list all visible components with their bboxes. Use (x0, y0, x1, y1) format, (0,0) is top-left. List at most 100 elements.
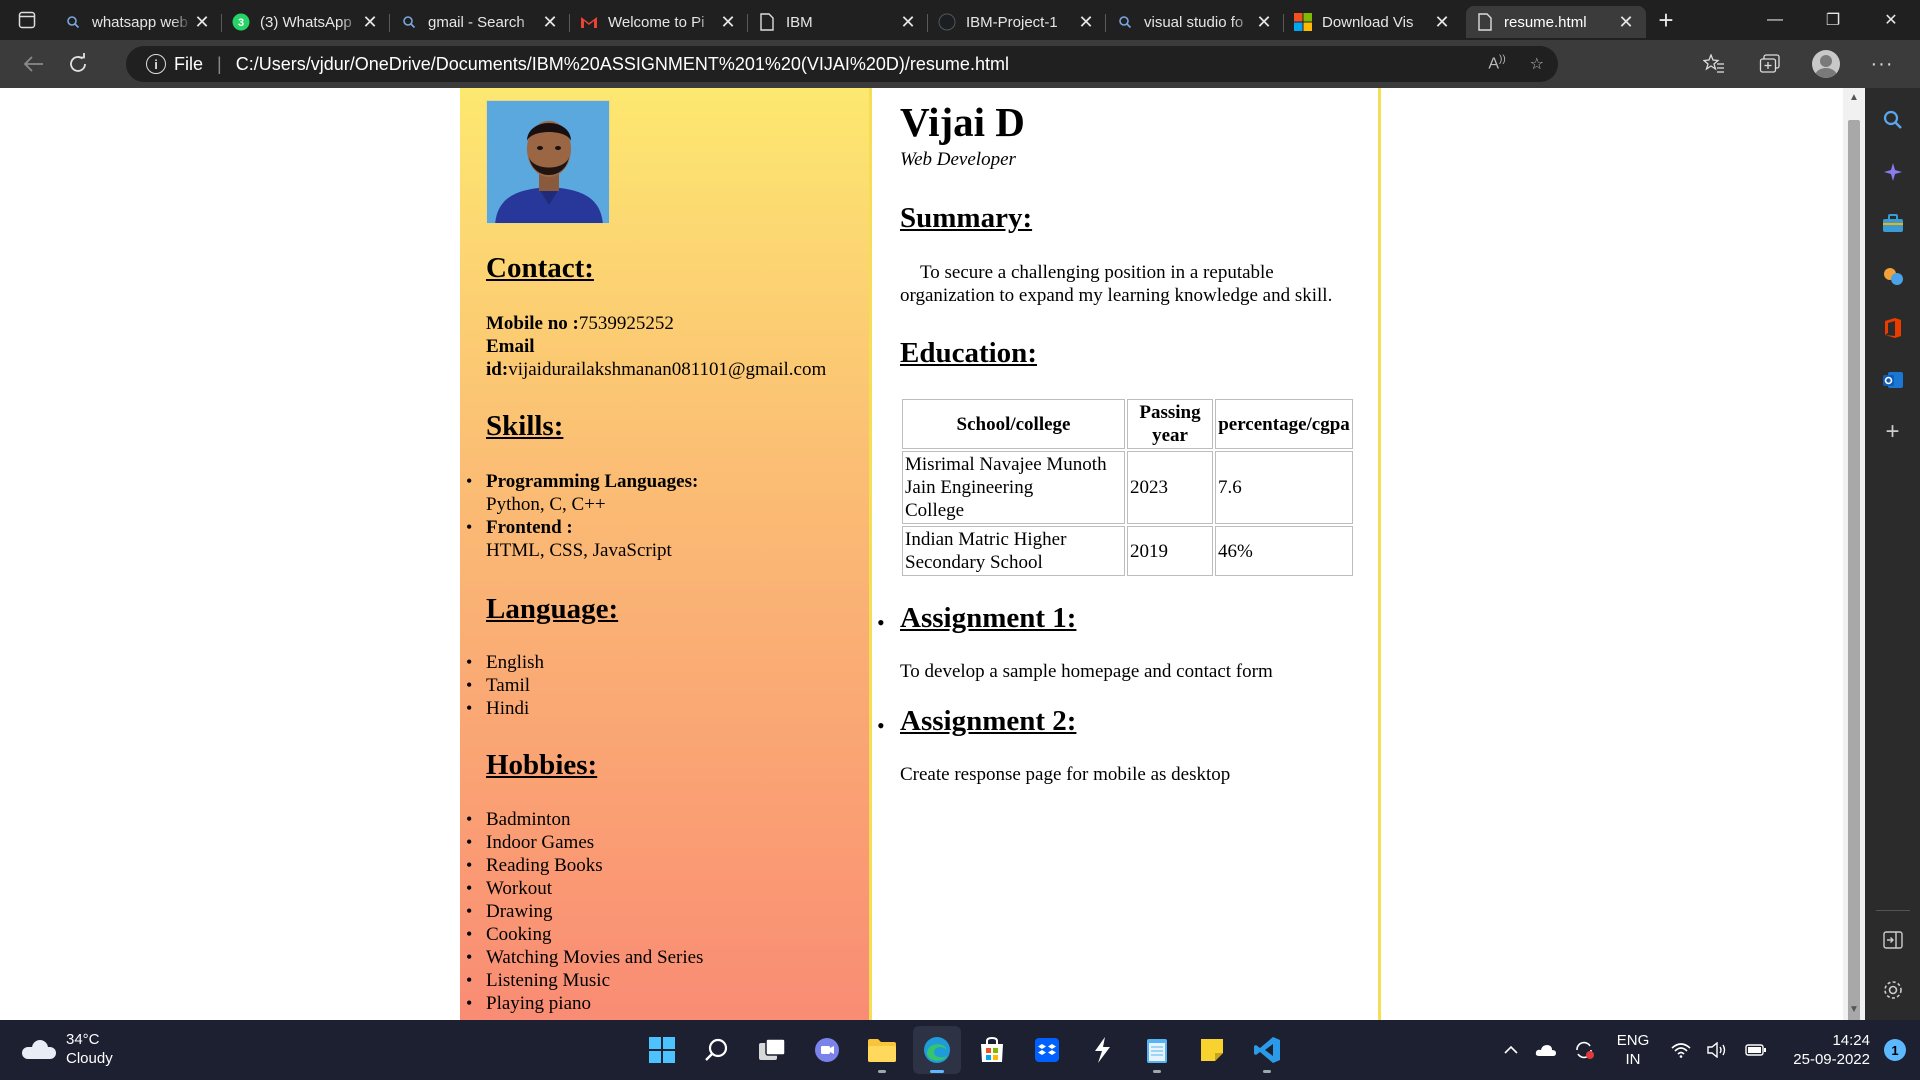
sidebar-add-button[interactable]: + (1873, 412, 1913, 452)
favorites-button[interactable] (1696, 46, 1732, 82)
store-button[interactable] (968, 1026, 1016, 1074)
settings-menu-button[interactable]: ··· (1864, 46, 1900, 82)
tab-ibm-project[interactable]: IBM-Project-1 ✕ (928, 6, 1106, 38)
edge-sidebar: + (1865, 88, 1920, 1020)
skills-list: Programming Languages:Python, C, C++ Fro… (460, 470, 698, 562)
more-icon: ··· (1870, 52, 1894, 75)
battery-icon[interactable] (1745, 1043, 1767, 1057)
scroll-up-icon[interactable]: ▲ (1848, 92, 1860, 104)
close-icon[interactable]: ✕ (1616, 12, 1636, 32)
resume-left-column: Contact: Mobile no :7539925252 Email id:… (460, 88, 869, 1020)
volume-icon[interactable] (1707, 1042, 1729, 1058)
office-icon (1884, 318, 1901, 338)
sidebar-search-button[interactable] (1873, 100, 1913, 140)
wifi-icon[interactable] (1671, 1042, 1691, 1058)
browser-toolbar: i File | C:/Users/vjdur/OneDrive/Documen… (0, 40, 1920, 88)
chat-icon (815, 1038, 839, 1062)
weather-widget[interactable]: 34°C Cloudy (22, 1030, 113, 1068)
hide-sidebar-icon (1882, 931, 1903, 949)
add-favorite-icon[interactable]: ☆ (1530, 54, 1544, 74)
close-icon[interactable]: ✕ (540, 12, 560, 32)
notepad-button[interactable] (1133, 1026, 1181, 1074)
sidebar-tools-button[interactable] (1873, 204, 1913, 244)
close-icon[interactable]: ✕ (192, 12, 212, 32)
tab-whatsapp[interactable]: 3 (3) WhatsApp ✕ (222, 6, 390, 38)
sticky-notes-button[interactable] (1188, 1026, 1236, 1074)
restore-button[interactable]: ❐ (1804, 0, 1862, 40)
tab-visual-studio-search[interactable]: visual studio fo ✕ (1106, 6, 1284, 38)
mobile-number: 7539925252 (578, 313, 674, 334)
tab-whatsapp-web-search[interactable]: whatsapp web ✕ (54, 6, 222, 38)
education-heading: Education: (900, 337, 1037, 369)
read-aloud-icon[interactable]: A)) (1488, 54, 1505, 73)
notification-badge[interactable]: 1 (1884, 1039, 1906, 1061)
dropbox-button[interactable] (1023, 1026, 1071, 1074)
taskbar-search-button[interactable] (693, 1026, 741, 1074)
input-language[interactable]: ENG IN (1617, 1031, 1650, 1069)
sidebar-outlook-button[interactable] (1873, 360, 1913, 400)
onedrive-icon[interactable] (1535, 1043, 1557, 1057)
gmail-icon (580, 13, 598, 31)
teams-chat-button[interactable] (803, 1026, 851, 1074)
chevron-up-icon[interactable] (1503, 1045, 1519, 1055)
close-icon[interactable]: ✕ (1076, 12, 1096, 32)
profile-button[interactable] (1808, 46, 1844, 82)
refresh-button[interactable] (60, 46, 96, 82)
close-icon[interactable]: ✕ (1432, 12, 1452, 32)
list-item: Indoor Games (460, 831, 703, 854)
sidebar-office-button[interactable] (1873, 308, 1913, 348)
collections-button[interactable] (1752, 46, 1788, 82)
clock-time: 14:24 (1832, 1032, 1870, 1049)
scroll-down-icon[interactable]: ▼ (1848, 1004, 1860, 1016)
edge-taskbar-button[interactable] (913, 1026, 961, 1074)
briefcase-icon (1882, 214, 1903, 232)
search-icon (400, 13, 418, 31)
store-icon (981, 1036, 1003, 1062)
column-header: Passing year (1127, 399, 1213, 449)
school-cell: Misrimal Navajee Munoth Jain Engineering C… (902, 451, 1125, 524)
tab-actions-button[interactable] (0, 0, 54, 40)
summary-line-1: To secure a challenging position in a re… (920, 262, 1274, 283)
language-list: English Tamil Hindi (460, 651, 544, 720)
info-icon[interactable]: i (146, 54, 166, 74)
sidebar-discover-button[interactable] (1873, 152, 1913, 192)
scrollbar-thumb[interactable] (1848, 120, 1860, 1045)
back-button[interactable] (16, 46, 52, 82)
address-bar[interactable]: i File | C:/Users/vjdur/OneDrive/Documen… (126, 46, 1558, 82)
sync-icon[interactable] (1573, 1039, 1595, 1061)
resume-right-column: Vijai D Web Developer Summary: To secure… (869, 88, 1381, 1020)
power-automate-button[interactable] (1078, 1026, 1126, 1074)
search-icon (705, 1038, 728, 1061)
new-tab-button[interactable]: + (1646, 0, 1686, 40)
vscode-icon (1254, 1037, 1280, 1063)
vscode-button[interactable] (1243, 1026, 1291, 1074)
close-icon[interactable]: ✕ (898, 12, 918, 32)
tab-welcome[interactable]: Welcome to Pi ✕ (570, 6, 748, 38)
file-explorer-button[interactable] (858, 1026, 906, 1074)
tab-download-vs[interactable]: Download Vis ✕ (1284, 6, 1462, 38)
hide-sidebar-button[interactable] (1873, 920, 1913, 960)
page-scrollbar[interactable]: ▲ ▼ (1843, 88, 1865, 1045)
tab-title: visual studio fo (1144, 13, 1244, 31)
close-window-button[interactable]: ✕ (1862, 0, 1920, 40)
minimize-icon: — (1767, 11, 1783, 28)
tab-gmail-search[interactable]: gmail - Search ✕ (390, 6, 570, 38)
sidebar-games-button[interactable] (1873, 256, 1913, 296)
search-icon (1883, 110, 1902, 129)
task-view-button[interactable] (748, 1026, 796, 1074)
clock-date: 25-09-2022 (1793, 1051, 1870, 1068)
start-button[interactable] (638, 1026, 686, 1074)
minimize-button[interactable]: — (1746, 0, 1804, 40)
list-item: Badminton (460, 808, 703, 831)
tab-ibm[interactable]: IBM ✕ (748, 6, 928, 38)
bullet-icon: • (877, 713, 885, 738)
close-icon[interactable]: ✕ (360, 12, 380, 32)
resume-role: Web Developer (900, 149, 1016, 170)
column-header: percentage/cgpa (1215, 399, 1353, 449)
clock[interactable]: 14:24 25-09-2022 (1793, 1031, 1870, 1069)
sidebar-settings-button[interactable] (1873, 970, 1913, 1010)
close-icon[interactable]: ✕ (1254, 12, 1274, 32)
tab-resume-html[interactable]: resume.html ✕ (1466, 6, 1646, 38)
close-icon[interactable]: ✕ (718, 12, 738, 32)
url-text: C:/Users/vjdur/OneDrive/Documents/IBM%20… (235, 53, 1009, 74)
